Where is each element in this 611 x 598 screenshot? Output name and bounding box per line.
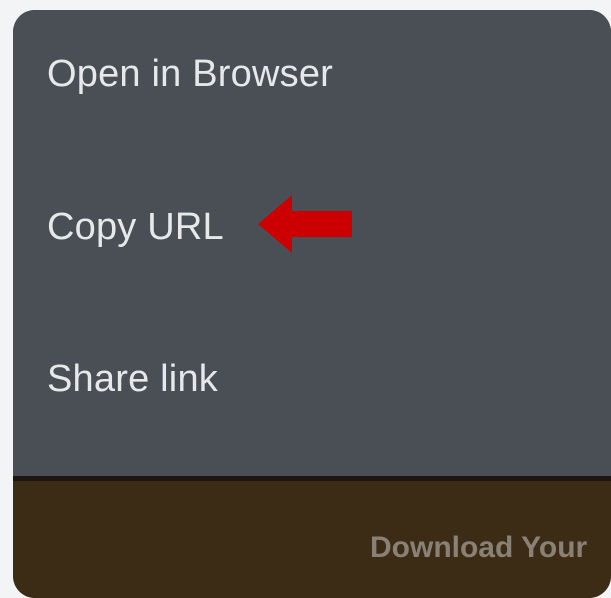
context-menu-frame: Open in Browser Copy URL Share link Down… [13,10,611,598]
context-menu: Open in Browser Copy URL Share link [13,10,611,478]
download-banner-text: Download Your [370,531,588,564]
download-banner[interactable]: Download Your [13,481,611,598]
menu-item-open-in-browser[interactable]: Open in Browser [13,10,611,130]
red-arrow-icon [258,195,352,253]
menu-item-share-link[interactable]: Share link [13,310,611,430]
menu-item-label: Copy URL [47,206,224,248]
arrow-shape [258,195,352,253]
menu-item-label: Open in Browser [47,53,334,95]
menu-item-label: Share link [47,358,218,400]
